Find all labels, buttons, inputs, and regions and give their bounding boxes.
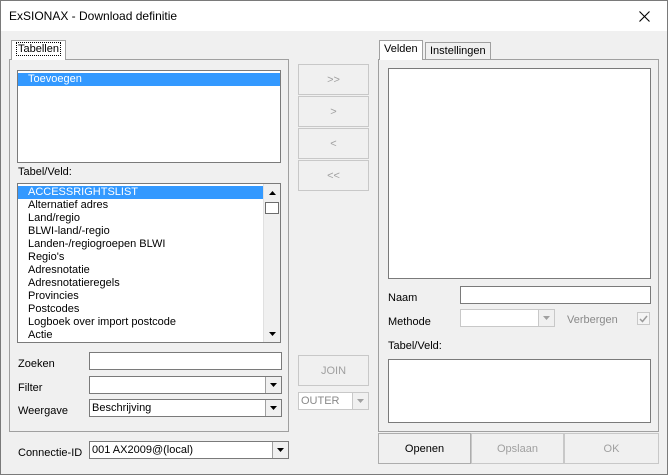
field-list-item[interactable]: Adresnotatieregels xyxy=(18,277,280,290)
scroll-up-icon xyxy=(268,190,276,195)
view-select[interactable]: Beschrijving xyxy=(89,399,282,417)
tab-instellingen[interactable]: Instellingen xyxy=(425,42,491,60)
save-label: Opslaan xyxy=(497,442,538,455)
add-label: > xyxy=(330,105,337,118)
view-label: Weergave xyxy=(18,405,68,417)
field-list-item[interactable]: ACCESSRIGHTSLIST xyxy=(18,186,280,199)
field-list-item[interactable]: Actie xyxy=(18,329,280,342)
join-button[interactable]: JOIN xyxy=(298,355,369,386)
save-button[interactable]: Opslaan xyxy=(471,433,564,464)
view-value: Beschrijving xyxy=(92,402,152,414)
connection-dropdown-button[interactable] xyxy=(272,442,288,458)
ok-label: OK xyxy=(603,442,620,455)
close-button[interactable] xyxy=(621,1,667,31)
join-type-value: OUTER xyxy=(301,395,340,407)
chevron-down-icon xyxy=(357,399,364,403)
field-list-item[interactable]: Alternatief adres xyxy=(18,199,280,212)
dialog-window: ExSIONAX - Download definitie Tabellen T… xyxy=(0,0,668,475)
scroll-down-icon xyxy=(268,331,276,336)
join-label: JOIN xyxy=(320,364,347,377)
right-tabel-veld-label: Tabel/Veld: xyxy=(388,340,442,352)
filter-select[interactable] xyxy=(89,376,282,394)
scroll-down-button[interactable] xyxy=(264,325,280,342)
field-list-item[interactable]: Landen-/regiogroepen BLWI xyxy=(18,238,280,251)
tables-listbox[interactable]: Toevoegen xyxy=(17,70,281,163)
open-button[interactable]: Openen xyxy=(378,433,471,464)
field-list-item[interactable]: BLWI-land/-regio xyxy=(18,225,280,238)
tabel-veld-label: Tabel/Veld: xyxy=(18,166,72,178)
selected-fields-listbox[interactable] xyxy=(388,68,651,279)
tab-velden[interactable]: Velden xyxy=(379,40,423,60)
naam-label: Naam xyxy=(388,292,418,304)
checkmark-icon xyxy=(639,315,648,323)
add-all-button[interactable]: >> xyxy=(298,64,369,95)
connection-select[interactable]: 001 AX2009@(local) xyxy=(89,441,289,459)
filter-label: Filter xyxy=(18,382,43,394)
chevron-down-icon xyxy=(270,383,277,387)
tab-velden-label: Velden xyxy=(384,43,418,55)
add-all-label: >> xyxy=(327,73,340,86)
field-list-item[interactable]: Adresnotatie xyxy=(18,264,280,277)
methode-label: Methode xyxy=(388,316,431,328)
add-button[interactable]: > xyxy=(298,96,369,127)
join-type-select[interactable]: OUTER xyxy=(298,392,369,410)
view-dropdown-button[interactable] xyxy=(265,400,281,416)
scroll-thumb[interactable] xyxy=(265,202,279,214)
remove-button[interactable]: < xyxy=(298,128,369,159)
naam-input[interactable] xyxy=(460,286,651,304)
chevron-down-icon xyxy=(277,448,284,452)
field-listbox[interactable]: ACCESSRIGHTSLIST Alternatief adres Land/re… xyxy=(17,183,281,343)
field-list-scrollbar[interactable] xyxy=(263,184,280,342)
table-list-item[interactable]: Toevoegen xyxy=(18,73,280,86)
join-type-dropdown-button[interactable] xyxy=(352,393,368,409)
connection-label: Connectie-ID xyxy=(18,447,83,459)
ok-button[interactable]: OK xyxy=(564,433,659,464)
tab-tabellen-label: Tabellen xyxy=(16,42,61,56)
search-label: Zoeken xyxy=(18,358,55,370)
title-bar: ExSIONAX - Download definitie xyxy=(1,1,667,31)
verbergen-checkbox[interactable] xyxy=(637,312,650,325)
remove-all-button[interactable]: << xyxy=(298,160,369,191)
remove-all-label: << xyxy=(327,169,340,182)
chevron-down-icon xyxy=(543,316,550,320)
close-icon xyxy=(638,10,650,22)
field-list-item[interactable]: Provincies xyxy=(18,290,280,303)
field-list-item[interactable]: Postcodes xyxy=(18,303,280,316)
window-title: ExSIONAX - Download definitie xyxy=(9,9,178,23)
field-list-item[interactable]: Regio's xyxy=(18,251,280,264)
chevron-down-icon xyxy=(270,406,277,410)
right-tabel-veld-box[interactable] xyxy=(388,359,651,423)
field-list-item[interactable]: Logboek over import postcode xyxy=(18,316,280,329)
search-input[interactable] xyxy=(89,352,282,370)
open-label: Openen xyxy=(404,442,445,455)
verbergen-label: Verbergen xyxy=(567,314,618,326)
field-list-item[interactable]: Land/regio xyxy=(18,212,280,225)
tab-instellingen-label: Instellingen xyxy=(430,45,486,57)
connection-value: 001 AX2009@(local) xyxy=(92,444,194,456)
tab-tabellen[interactable]: Tabellen xyxy=(11,40,66,60)
filter-dropdown-button[interactable] xyxy=(265,377,281,393)
methode-select[interactable] xyxy=(460,309,555,327)
scroll-up-button[interactable] xyxy=(264,184,280,201)
methode-dropdown-button[interactable] xyxy=(538,310,554,326)
remove-label: < xyxy=(330,137,337,150)
